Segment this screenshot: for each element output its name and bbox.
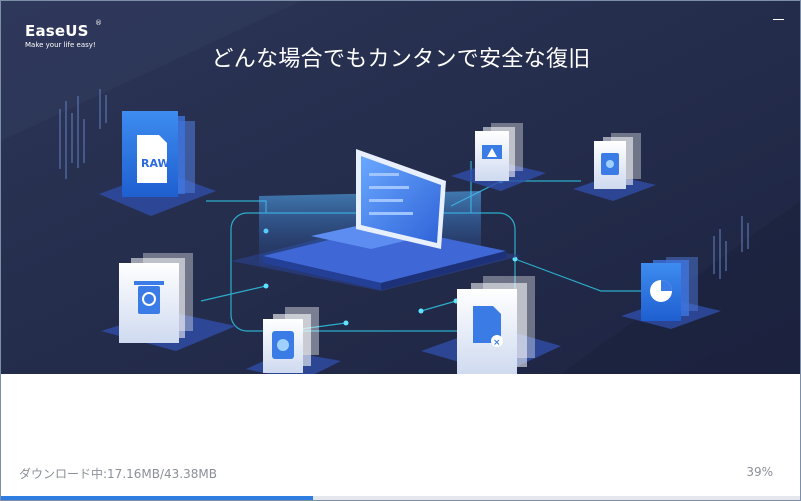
download-progress-bar — [1, 496, 800, 500]
svg-text:×: × — [493, 338, 501, 348]
download-status: ダウンロード中:17.16MB/43.38MB — [19, 467, 217, 481]
hero-banner: RAW × EaseUS ® Make your life easy! どんな場… — [1, 1, 800, 374]
raw-label: RAW — [141, 157, 170, 170]
download-progress-fill — [1, 496, 313, 500]
easeus-logo: EaseUS ® Make your life easy! — [25, 19, 102, 50]
logo-registered-mark: ® — [95, 19, 102, 27]
hero-headline: どんな場合でもカンタンで安全な復旧 — [211, 47, 591, 72]
minimize-icon[interactable] — [771, 9, 787, 23]
installer-window: RAW × EaseUS ® Make your life easy! どんな場… — [0, 0, 801, 501]
download-percent: 39% — [746, 465, 773, 479]
logo-tagline: Make your life easy! — [25, 41, 96, 49]
logo-name: EaseUS — [25, 22, 89, 40]
